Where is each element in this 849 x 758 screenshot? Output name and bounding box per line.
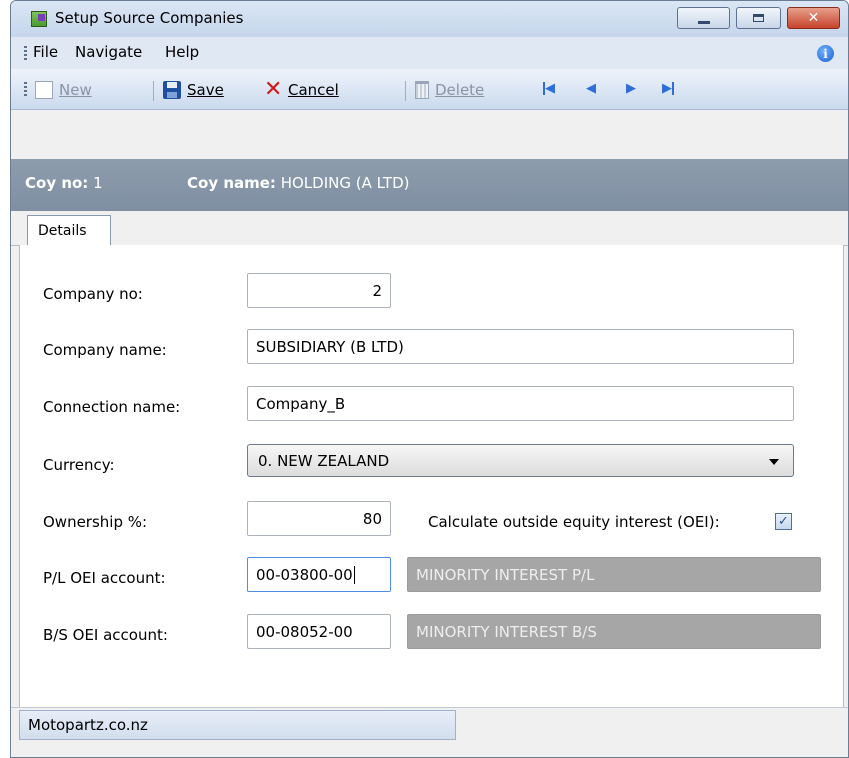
checkmark-icon: ✓ bbox=[778, 514, 789, 529]
pl-oei-account-label: P/L OEI account: bbox=[43, 569, 166, 587]
coy-no-label: Coy no: bbox=[25, 174, 89, 192]
company-name-field[interactable]: SUBSIDIARY (B LTD) bbox=[247, 329, 794, 364]
currency-value: 0. NEW ZEALAND bbox=[258, 451, 390, 470]
first-icon[interactable]: ◀ bbox=[543, 81, 555, 96]
company-no-label: Company no: bbox=[43, 285, 143, 303]
company-header: Coy no: 1 Coy name: HOLDING (A LTD) bbox=[11, 159, 848, 211]
menu-file[interactable]: File bbox=[33, 43, 58, 61]
menu-navigate[interactable]: Navigate bbox=[75, 43, 142, 61]
toolbar: New Save ✕ Cancel Delete ◀ ◀ ▶ ▶ bbox=[11, 69, 848, 110]
minimize-icon bbox=[697, 20, 710, 24]
calculate-oei-label: Calculate outside equity interest (OEI): bbox=[428, 513, 720, 531]
company-name-label: Company name: bbox=[43, 341, 167, 359]
coy-no-value: 1 bbox=[93, 174, 103, 192]
cancel-icon: ✕ bbox=[264, 77, 283, 102]
cancel-label: Cancel bbox=[288, 81, 339, 99]
save-icon bbox=[163, 81, 181, 99]
minimize-button[interactable] bbox=[677, 7, 730, 29]
bs-oei-description: MINORITY INTEREST B/S bbox=[407, 614, 821, 649]
menu-bar: File Navigate Help i bbox=[11, 37, 848, 69]
connection-name-label: Connection name: bbox=[43, 398, 181, 416]
toolbar-separator bbox=[153, 81, 154, 101]
currency-select[interactable]: 0. NEW ZEALAND bbox=[247, 444, 794, 477]
delete-icon bbox=[415, 81, 429, 99]
chevron-down-icon bbox=[769, 459, 779, 465]
last-icon[interactable]: ▶ bbox=[662, 81, 674, 96]
title-bar[interactable]: Setup Source Companies ✕ bbox=[11, 1, 848, 37]
details-form: Company no: 2 Company name: SUBSIDIARY (… bbox=[19, 245, 844, 707]
menu-help[interactable]: Help bbox=[165, 43, 199, 61]
bs-oei-account-field[interactable]: 00-08052-00 bbox=[247, 614, 391, 649]
save-button[interactable]: Save bbox=[163, 79, 224, 101]
status-bar: Motopartz.co.nz bbox=[11, 707, 848, 757]
ownership-field[interactable]: 80 bbox=[247, 501, 391, 536]
calculate-oei-checkbox[interactable]: ✓ bbox=[775, 513, 792, 530]
close-icon: ✕ bbox=[807, 10, 820, 26]
previous-icon[interactable]: ◀ bbox=[586, 81, 596, 96]
save-label: Save bbox=[187, 81, 224, 99]
pl-oei-account-value: 00-03800-00 bbox=[256, 565, 353, 584]
tab-strip: Details bbox=[11, 211, 848, 246]
maximize-button[interactable] bbox=[736, 7, 781, 29]
next-icon[interactable]: ▶ bbox=[626, 81, 636, 96]
new-icon bbox=[35, 81, 53, 99]
app-icon bbox=[31, 11, 47, 27]
new-button[interactable]: New bbox=[35, 79, 92, 101]
connection-name-field[interactable]: Company_B bbox=[247, 386, 794, 421]
tab-details[interactable]: Details bbox=[27, 215, 111, 246]
pl-oei-account-field[interactable]: 00-03800-00 bbox=[247, 557, 391, 592]
delete-label: Delete bbox=[435, 81, 485, 99]
new-label: New bbox=[59, 81, 92, 99]
text-caret bbox=[353, 565, 355, 584]
coy-name-value: HOLDING (A LTD) bbox=[280, 174, 410, 192]
menu-grip-icon bbox=[24, 46, 27, 60]
maximize-icon bbox=[753, 14, 764, 22]
coy-name-label: Coy name: bbox=[187, 174, 276, 192]
currency-label: Currency: bbox=[43, 456, 115, 474]
coy-no: Coy no: 1 bbox=[25, 174, 103, 192]
company-no-field[interactable]: 2 bbox=[247, 273, 391, 308]
toolbar-grip-icon bbox=[24, 82, 27, 96]
bs-oei-account-label: B/S OEI account: bbox=[43, 626, 168, 644]
window-title: Setup Source Companies bbox=[55, 9, 244, 27]
ownership-label: Ownership %: bbox=[43, 513, 148, 531]
pl-oei-description: MINORITY INTEREST P/L bbox=[407, 557, 821, 592]
toolbar-separator bbox=[405, 81, 406, 101]
coy-name: Coy name: HOLDING (A LTD) bbox=[187, 174, 409, 192]
delete-button[interactable]: Delete bbox=[415, 79, 484, 101]
cancel-button[interactable]: ✕ Cancel bbox=[264, 79, 339, 101]
setup-source-companies-window: Setup Source Companies ✕ File Navigate H… bbox=[10, 0, 849, 758]
status-text: Motopartz.co.nz bbox=[19, 710, 456, 740]
info-icon[interactable]: i bbox=[817, 45, 834, 62]
close-button[interactable]: ✕ bbox=[787, 7, 840, 29]
